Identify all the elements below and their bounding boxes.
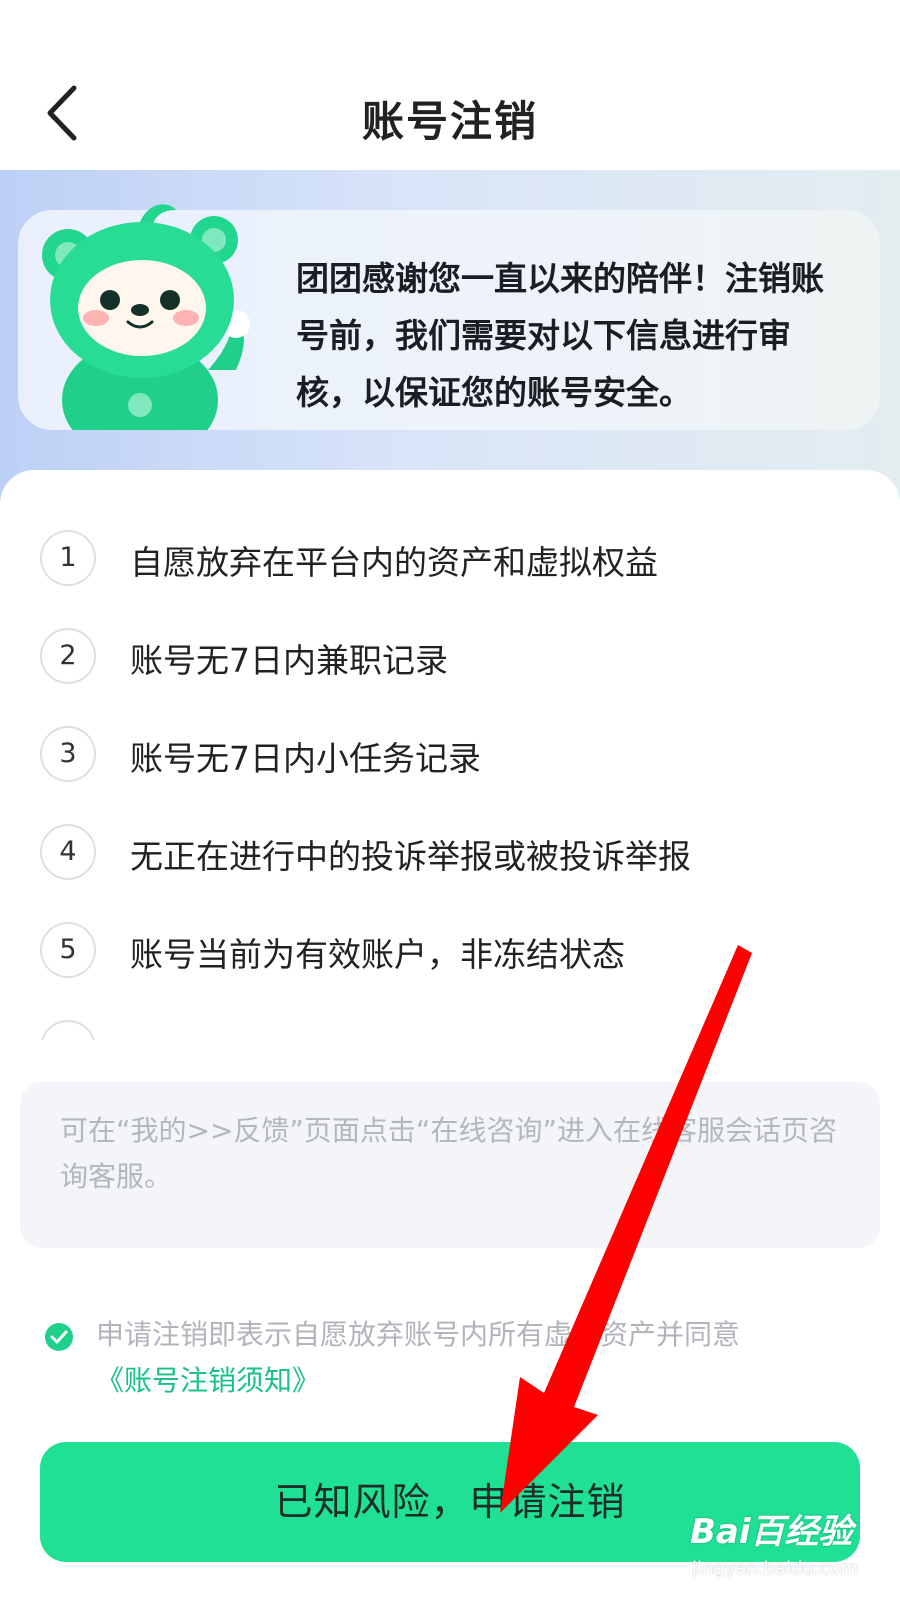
list-item: 2 账号无7日内兼职记录 <box>40 628 880 688</box>
list-item: 1 自愿放弃在平台内的资产和虚拟权益 <box>40 530 880 590</box>
requirement-text: 自愿放弃在平台内的资产和虚拟权益 <box>130 543 658 582</box>
step-number-badge: 4 <box>40 824 96 880</box>
list-item: 4 无正在进行中的投诉举报或被投诉举报 <box>40 824 880 884</box>
step-number-badge: 3 <box>40 726 96 782</box>
requirement-text: 无正在进行中的投诉举报或被投诉举报 <box>130 837 691 876</box>
step-number-badge: 2 <box>40 628 96 684</box>
mascot-illustration <box>42 204 250 430</box>
banner-message: 团团感谢您一直以来的陪伴！注销账号前，我们需要对以下信息进行审核，以保证您的账号… <box>296 259 824 412</box>
list-item: 5 账号当前为有效账户，非冻结状态 <box>40 922 880 982</box>
apply-deregister-button[interactable]: 已知风险，申请注销 <box>40 1442 860 1562</box>
step-number-badge: 1 <box>40 530 96 586</box>
requirements-list[interactable]: 1 自愿放弃在平台内的资产和虚拟权益 2 账号无7日内兼职记录 3 账号无7日内… <box>0 530 900 1040</box>
step-number-badge <box>40 1020 96 1040</box>
list-item: 3 账号无7日内小任务记录 <box>40 726 880 786</box>
agreement-text: 申请注销即表示自愿放弃账号内所有虚拟资产并同意 《账号注销须知》 <box>96 1312 856 1404</box>
terms-link[interactable]: 《账号注销须知》 <box>96 1364 320 1397</box>
requirement-text: 账号无7日内小任务记录 <box>130 739 481 778</box>
top-bar: 账号注销 <box>0 0 900 170</box>
step-number-badge: 5 <box>40 922 96 978</box>
hint-text: 可在“我的>>反馈”页面点击“在线咨询”进入在线客服会话页咨询客服。 <box>60 1114 837 1193</box>
requirement-text: 账号无7日内兼职记录 <box>130 641 448 680</box>
agreement-statement: 申请注销即表示自愿放弃账号内所有虚拟资产并同意 <box>96 1318 741 1351</box>
hint-box: 可在“我的>>反馈”页面点击“在线咨询”进入在线客服会话页咨询客服。 <box>20 1082 880 1248</box>
list-item-partial <box>40 1020 880 1040</box>
page-title: 账号注销 <box>361 97 538 146</box>
agreement-row: 申请注销即表示自愿放弃账号内所有虚拟资产并同意 《账号注销须知》 <box>40 1312 860 1422</box>
check-circle-icon[interactable] <box>44 1322 74 1352</box>
requirement-text: 账号当前为有效账户，非冻结状态 <box>130 935 625 974</box>
